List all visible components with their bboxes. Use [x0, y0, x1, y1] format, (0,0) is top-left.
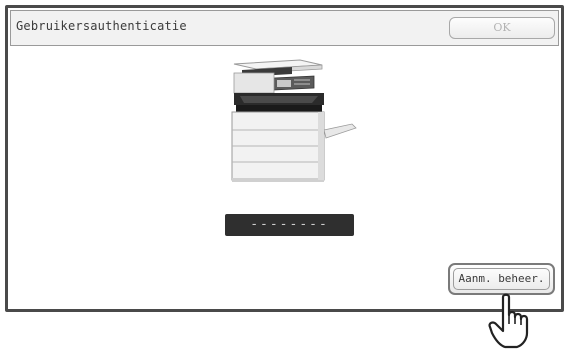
dialog-title: Gebruikersauthenticatie	[16, 19, 187, 33]
admin-login-button[interactable]: Aanm. beheer.	[448, 263, 555, 295]
ok-button[interactable]: OK	[449, 17, 555, 39]
pointing-hand-icon	[488, 293, 529, 349]
password-field[interactable]: --------	[225, 214, 354, 236]
printer-illustration-icon	[231, 59, 357, 182]
admin-login-label: Aanm. beheer.	[453, 268, 550, 290]
title-bar: Gebruikersauthenticatie OK	[10, 10, 559, 46]
